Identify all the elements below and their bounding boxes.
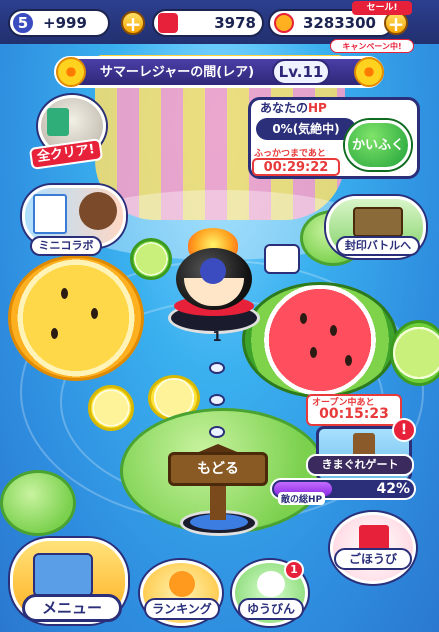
enemy-hp-label: 敵の総HP [278,492,326,505]
calendar-icon [33,194,67,234]
seal-battle-label: 封印バトルへ [336,236,420,256]
gate-alert-badge: ! [392,418,416,442]
current-step-number: 1 [212,330,222,345]
kanji-emblem-icon [200,258,226,284]
coin-icon [274,13,294,33]
path-dot [209,426,225,438]
point-counter: 3978 [152,9,264,37]
mail-character-icon [257,571,285,597]
menu-label: メニュー [22,594,122,622]
lily-pad-platform [0,470,76,536]
coin-count: 3283300 [302,14,376,32]
reward-label: ごほうび [334,548,412,570]
stage-title: サマーレジャーの間(レア) [99,65,255,80]
ranking-label: ランキング [144,598,220,620]
back-button[interactable]: もどる [168,452,268,486]
hibiscus-flower-icon [56,57,86,87]
revive-timer: 00:29:22 [252,158,340,176]
enemy-hp-percent: 42% [376,481,410,497]
point-count: 3978 [214,14,256,32]
menu-notebook-icon [33,553,93,597]
character-portrait-icon [79,192,117,230]
point-ticket-icon [158,13,178,33]
watermelon-slice-decoration [242,282,398,398]
gate-name: きまぐれゲート [306,454,414,476]
mail-notification-badge: 1 [284,560,304,580]
cooler-box-icon[interactable] [264,244,300,274]
book-icon [47,108,69,136]
lime-slice-decoration [130,238,172,280]
lime-slice-decoration [390,320,439,386]
gem-count: +999 [43,14,87,32]
gate-timer: 00:15:23 [319,406,389,422]
gem-counter: 5 +999 [8,9,110,37]
campaign-badge: キャンペーン中! [330,39,414,53]
hibiscus-flower-icon [354,57,384,87]
player-level-badge: 5 [11,11,35,35]
add-gems-button[interactable]: + [121,11,145,35]
mini-collab-label: ミニコラボ [30,236,102,256]
sign-post [210,480,226,520]
path-dot [209,362,225,374]
heal-button[interactable]: かいふく [345,120,411,170]
hp-heading: あなたのHP [260,101,327,115]
lemon-slice-decoration [88,385,134,431]
hp-value: 0%(気絶中) [256,118,356,140]
path-dot [209,394,225,406]
stage-level: Lv.11 [272,59,330,85]
trophy-icon [169,571,195,597]
seal-box-icon [353,207,403,237]
sale-badge: セール! [352,1,412,15]
mail-label: ゆうびん [238,598,304,620]
orange-slice-decoration [8,255,144,381]
